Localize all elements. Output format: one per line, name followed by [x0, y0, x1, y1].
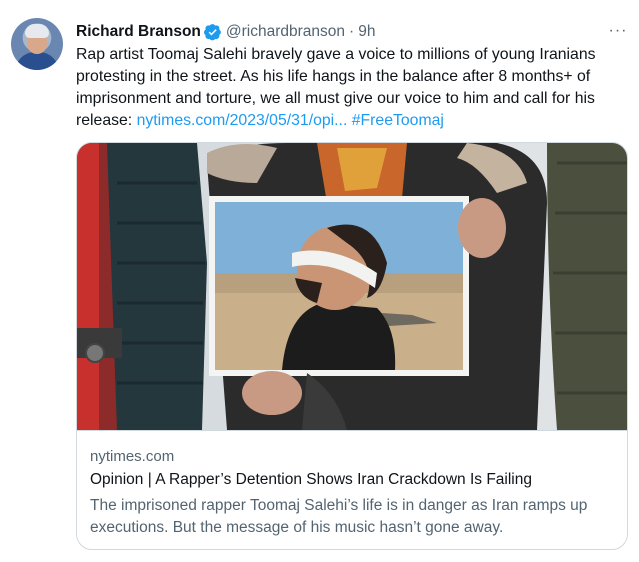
card-domain[interactable]: nytimes.com — [90, 448, 174, 465]
article-link[interactable]: nytimes.com/2023/05/31/opi... — [137, 112, 348, 129]
tweet-header: Richard Branson @richardbranson · 9h — [76, 22, 375, 42]
card-divider — [77, 430, 627, 431]
more-options-icon[interactable]: ··· — [605, 21, 631, 41]
card-title[interactable]: Opinion | A Rapper’s Detention Shows Ira… — [90, 471, 616, 489]
tweet-text: Rap artist Toomaj Salehi bravely gave a … — [76, 44, 630, 132]
author-handle[interactable]: @richardbranson — [226, 23, 345, 41]
verified-badge-icon — [203, 24, 221, 41]
separator-dot: · — [349, 23, 355, 40]
tweet[interactable]: Richard Branson @richardbranson · 9h ···… — [0, 0, 639, 562]
link-card[interactable]: nytimes.com Opinion | A Rapper’s Detenti… — [76, 142, 628, 550]
card-description[interactable]: The imprisoned rapper Toomaj Salehi’s li… — [90, 495, 616, 539]
card-photo[interactable] — [77, 143, 627, 430]
timestamp[interactable]: 9h — [358, 23, 375, 41]
author-name[interactable]: Richard Branson — [76, 23, 201, 41]
hashtag-link[interactable]: #FreeToomaj — [352, 112, 444, 129]
avatar[interactable] — [11, 18, 63, 70]
